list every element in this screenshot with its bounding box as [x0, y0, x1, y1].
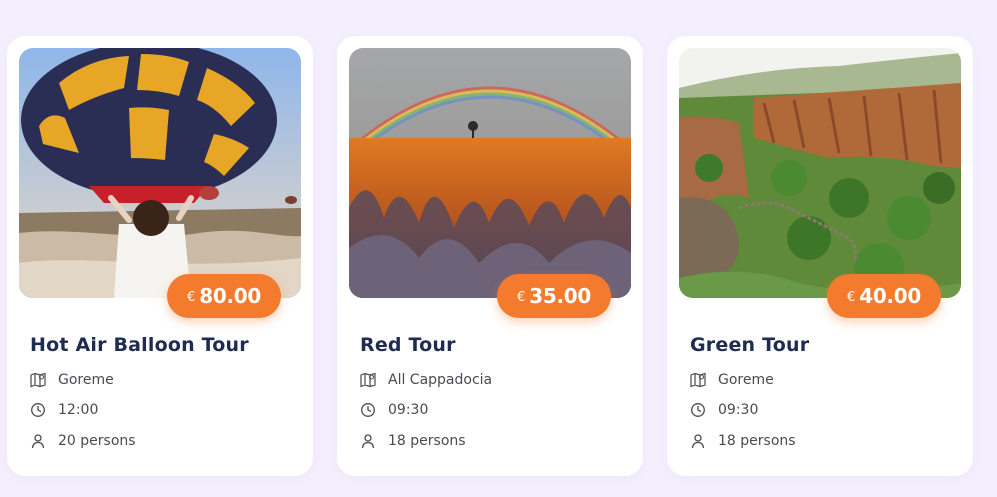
price-badge: € 80.00 [167, 274, 281, 318]
tour-title[interactable]: Green Tour [690, 334, 809, 356]
tour-card-green-tour[interactable]: € 40.00 Green Tour Goreme 09:30 18 perso… [667, 36, 973, 476]
tour-photo[interactable] [679, 48, 961, 298]
tour-photo[interactable] [349, 48, 631, 298]
map-icon [360, 372, 376, 388]
tour-title[interactable]: Red Tour [360, 334, 456, 356]
currency-symbol: € [846, 289, 856, 305]
person-icon [30, 433, 46, 449]
currency-symbol: € [516, 289, 526, 305]
location-text: All Cappadocia [388, 372, 493, 388]
location-row: Goreme [30, 370, 114, 390]
clock-icon [30, 402, 46, 418]
price-value: 35.00 [529, 284, 592, 308]
clock-icon [690, 402, 706, 418]
persons-text: 18 persons [388, 433, 466, 449]
time-row: 12:00 [30, 400, 98, 420]
green-canyon-photo [679, 48, 961, 298]
price-value: 80.00 [199, 284, 262, 308]
tour-photo[interactable] [19, 48, 301, 298]
hot-air-balloon-photo [19, 48, 301, 298]
persons-row: 18 persons [690, 431, 796, 451]
time-row: 09:30 [360, 400, 428, 420]
location-text: Goreme [718, 372, 774, 388]
location-text: Goreme [58, 372, 114, 388]
tour-title[interactable]: Hot Air Balloon Tour [30, 334, 249, 356]
persons-row: 20 persons [30, 431, 136, 451]
location-row: Goreme [690, 370, 774, 390]
price-badge: € 40.00 [827, 274, 941, 318]
persons-text: 20 persons [58, 433, 136, 449]
price-value: 40.00 [859, 284, 922, 308]
person-icon [360, 433, 376, 449]
time-row: 09:30 [690, 400, 758, 420]
location-row: All Cappadocia [360, 370, 492, 390]
persons-text: 18 persons [718, 433, 796, 449]
persons-row: 18 persons [360, 431, 466, 451]
tour-card-red-tour[interactable]: € 35.00 Red Tour All Cappadocia 09:30 18… [337, 36, 643, 476]
tour-card-hot-air-balloon[interactable]: € 80.00 Hot Air Balloon Tour Goreme 12:0… [7, 36, 313, 476]
person-icon [690, 433, 706, 449]
map-icon [690, 372, 706, 388]
time-text: 12:00 [58, 402, 99, 418]
map-icon [30, 372, 46, 388]
time-text: 09:30 [388, 402, 429, 418]
price-badge: € 35.00 [497, 274, 611, 318]
clock-icon [360, 402, 376, 418]
rainbow-valley-photo [349, 48, 631, 298]
currency-symbol: € [186, 289, 196, 305]
time-text: 09:30 [718, 402, 759, 418]
